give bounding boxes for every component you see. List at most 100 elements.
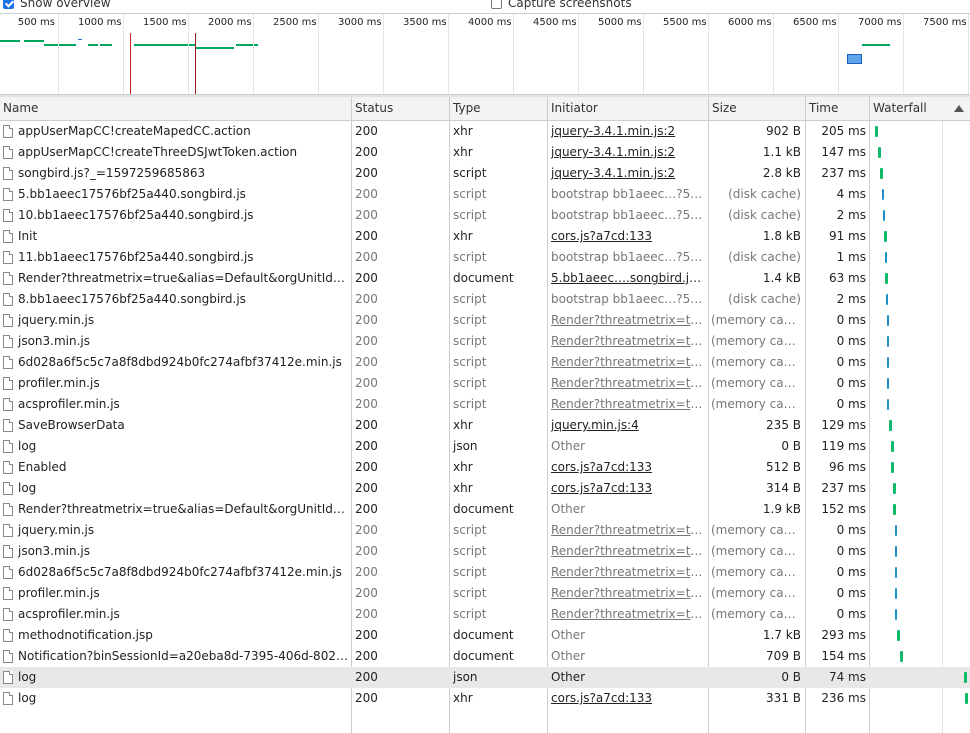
initiator-link[interactable]: cors.js?a7cd:133	[548, 688, 706, 709]
show-overview-option[interactable]: Show overview	[3, 0, 111, 10]
waterfall-bar[interactable]	[885, 273, 888, 284]
waterfall-bar[interactable]	[884, 231, 887, 242]
initiator-link[interactable]: Render?threatmetrix=tru…	[548, 562, 706, 583]
request-name: jquery.min.js	[18, 523, 95, 537]
initiator-link[interactable]: Render?threatmetrix=tru…	[548, 331, 706, 352]
table-row[interactable]: acsprofiler.min.js 200 script Render?threat…	[0, 604, 970, 625]
initiator-link[interactable]: cors.js?a7cd:133	[548, 226, 706, 247]
table-row[interactable]: 5.bb1aeec17576bf25a440.songbird.js 200 scr…	[0, 184, 970, 205]
waterfall-bar[interactable]	[887, 357, 889, 368]
waterfall-bar[interactable]	[882, 189, 884, 200]
column-header-waterfall[interactable]: Waterfall	[870, 97, 970, 120]
initiator-link[interactable]: 5.bb1aeec….songbird.js:16	[548, 268, 706, 289]
table-row[interactable]: profiler.min.js 200 script Render?threatmet…	[0, 373, 970, 394]
initiator-link[interactable]: cors.js?a7cd:133	[548, 478, 706, 499]
request-time: 236 ms	[821, 691, 866, 705]
table-row[interactable]: profiler.min.js 200 script Render?threatmet…	[0, 583, 970, 604]
network-overview[interactable]: 500 ms 1000 ms 1500 ms 2000 ms 2500 ms 3000 m…	[0, 14, 970, 95]
table-row[interactable]: log 200 xhr cors.js?a7cd:133 331 B 236 ms	[0, 688, 970, 709]
table-row[interactable]: json3.min.js 200 script Render?threatmetrix…	[0, 331, 970, 352]
table-row[interactable]: log 200 json Other 0 B 119 ms	[0, 436, 970, 457]
table-row[interactable]: log 200 xhr cors.js?a7cd:133 314 B 237 ms	[0, 478, 970, 499]
table-row[interactable]: appUserMapCC!createMapedCC.action 200 xhr j…	[0, 121, 970, 142]
initiator-link[interactable]: Render?threatmetrix=tru…	[548, 310, 706, 331]
waterfall-bar[interactable]	[885, 252, 887, 263]
waterfall-bar[interactable]	[887, 336, 889, 347]
request-size: 0 B	[781, 439, 801, 453]
table-row[interactable]: Notification?binSessionId=a20eba8d-7395-…	[0, 646, 970, 667]
table-row[interactable]: 8.bb1aeec17576bf25a440.songbird.js 200 scr…	[0, 289, 970, 310]
waterfall-bar[interactable]	[883, 210, 885, 221]
request-name: log	[18, 691, 37, 705]
table-row[interactable]: jquery.min.js 200 script Render?threatmetri…	[0, 520, 970, 541]
initiator-link[interactable]: Render?threatmetrix=tru…	[548, 394, 706, 415]
table-row[interactable]: appUserMapCC!createThreeDSJwtToken.actio…	[0, 142, 970, 163]
initiator-link[interactable]: Render?threatmetrix=tru…	[548, 604, 706, 625]
request-size: (memory cache)	[711, 565, 801, 579]
request-status: 200	[355, 460, 378, 474]
initiator-link[interactable]: jquery-3.4.1.min.js:2	[548, 163, 706, 184]
table-row[interactable]: 6d028a6f5c5c7a8f8dbd924b0fc274afbf37412e…	[0, 352, 970, 373]
waterfall-bar[interactable]	[897, 630, 900, 641]
table-row[interactable]: 6d028a6f5c5c7a8f8dbd924b0fc274afbf37412e…	[0, 562, 970, 583]
waterfall-bar[interactable]	[891, 462, 894, 473]
table-row[interactable]: Render?threatmetrix=true&alias=Default&o…	[0, 268, 970, 289]
capture-screenshots-option[interactable]: Capture screenshots	[491, 0, 632, 10]
waterfall-bar[interactable]	[887, 378, 889, 389]
request-time: 152 ms	[821, 502, 866, 516]
table-row[interactable]: songbird.js?_=1597259685863 200 script jque…	[0, 163, 970, 184]
table-row[interactable]: json3.min.js 200 script Render?threatmetrix…	[0, 541, 970, 562]
table-row[interactable]: jquery.min.js 200 script Render?threatmetri…	[0, 310, 970, 331]
initiator-link[interactable]: jquery-3.4.1.min.js:2	[548, 121, 706, 142]
initiator-link[interactable]: Render?threatmetrix=tru…	[548, 520, 706, 541]
waterfall-bar[interactable]	[875, 126, 878, 137]
overview-tick	[448, 14, 449, 95]
waterfall-bar[interactable]	[895, 609, 897, 620]
table-row[interactable]: log 200 json Other 0 B 74 ms	[0, 667, 970, 688]
waterfall-bar[interactable]	[886, 294, 888, 305]
waterfall-bar[interactable]	[895, 525, 897, 536]
table-row[interactable]: acsprofiler.min.js 200 script Render?threat…	[0, 394, 970, 415]
initiator-link[interactable]: Render?threatmetrix=tru…	[548, 373, 706, 394]
column-header-size[interactable]: Size	[709, 97, 806, 120]
table-row[interactable]: methodnotification.jsp 200 document Other 1.…	[0, 625, 970, 646]
waterfall-bar[interactable]	[880, 168, 883, 179]
table-row[interactable]: 10.bb1aeec17576bf25a440.songbird.js 200 sc…	[0, 205, 970, 226]
waterfall-bar[interactable]	[893, 504, 896, 515]
capture-screenshots-checkbox[interactable]	[491, 0, 502, 9]
table-row[interactable]: 11.bb1aeec17576bf25a440.songbird.js 200 sc…	[0, 247, 970, 268]
column-header-initiator[interactable]: Initiator	[548, 97, 709, 120]
initiator-link[interactable]: Render?threatmetrix=tru…	[548, 352, 706, 373]
waterfall-bar[interactable]	[889, 420, 892, 431]
table-row[interactable]: Enabled 200 xhr cors.js?a7cd:133 512 B 96 ms	[0, 457, 970, 478]
waterfall-bar[interactable]	[965, 693, 968, 704]
waterfall-bar[interactable]	[893, 483, 896, 494]
request-status: 200	[355, 292, 378, 306]
overview-tick	[383, 14, 384, 95]
waterfall-bar[interactable]	[895, 546, 897, 557]
initiator-link[interactable]: jquery.min.js:4	[548, 415, 706, 436]
column-header-name[interactable]: Name	[0, 97, 352, 120]
initiator-link[interactable]: Render?threatmetrix=tru…	[548, 583, 706, 604]
waterfall-bar[interactable]	[895, 567, 897, 578]
initiator-link[interactable]: jquery-3.4.1.min.js:2	[548, 142, 706, 163]
column-header-status[interactable]: Status	[352, 97, 450, 120]
waterfall-bar[interactable]	[895, 588, 897, 599]
overview-tick-label: 3000 ms	[338, 17, 382, 28]
initiator-link[interactable]: cors.js?a7cd:133	[548, 457, 706, 478]
column-header-time[interactable]: Time	[806, 97, 870, 120]
waterfall-bar[interactable]	[900, 651, 903, 662]
show-overview-checkbox[interactable]	[3, 0, 14, 9]
waterfall-bar[interactable]	[891, 441, 894, 452]
initiator-link[interactable]: Render?threatmetrix=tru…	[548, 541, 706, 562]
table-row[interactable]: Init 200 xhr cors.js?a7cd:133 1.8 kB 91 ms	[0, 226, 970, 247]
overview-tick-label: 5000 ms	[598, 17, 642, 28]
table-row[interactable]: Render?threatmetrix=true&alias=Default&o…	[0, 499, 970, 520]
waterfall-bar[interactable]	[887, 315, 889, 326]
column-header-type[interactable]: Type	[450, 97, 548, 120]
waterfall-bar[interactable]	[964, 672, 967, 683]
waterfall-bar[interactable]	[887, 399, 889, 410]
request-size: 314 B	[766, 481, 801, 495]
table-row[interactable]: SaveBrowserData 200 xhr jquery.min.js:4 235 …	[0, 415, 970, 436]
waterfall-bar[interactable]	[878, 147, 881, 158]
